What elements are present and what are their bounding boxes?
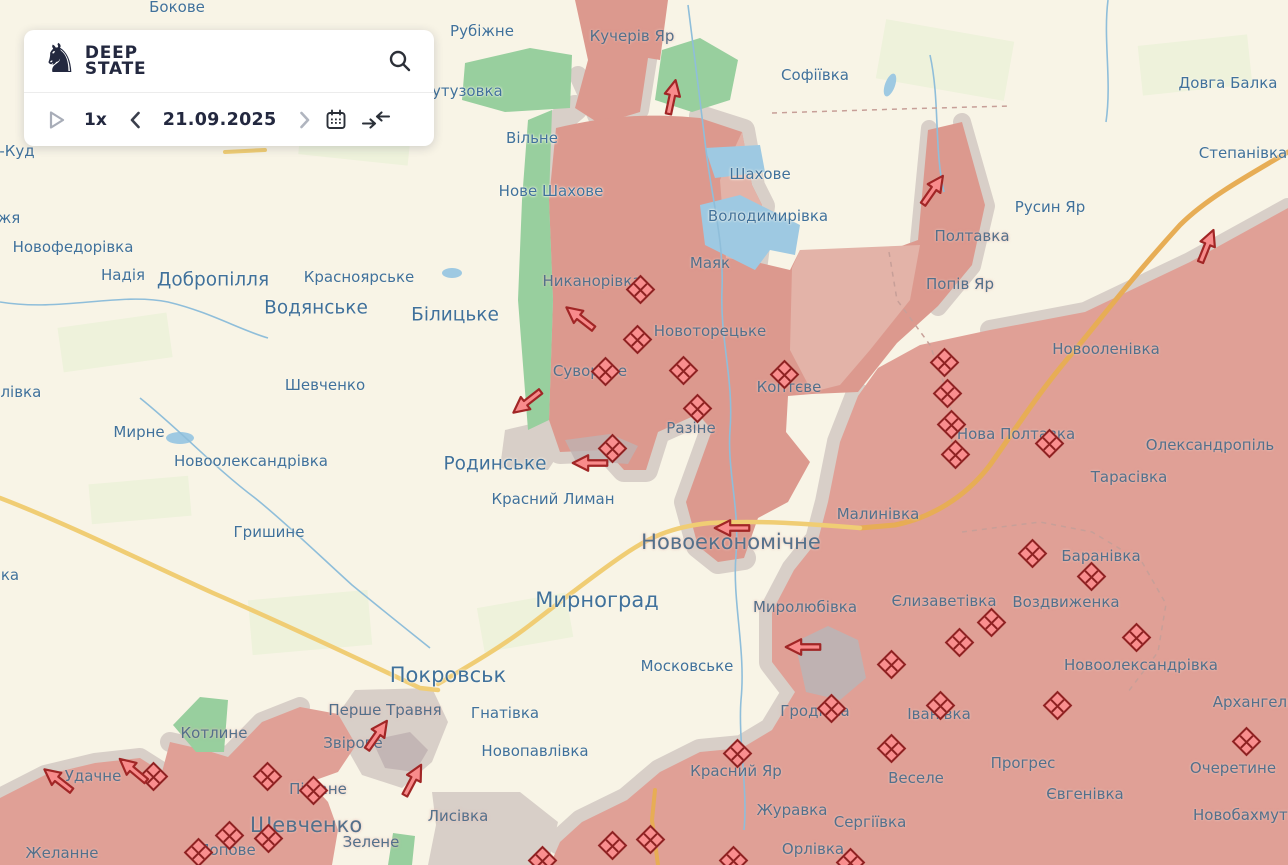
speed-toggle[interactable]: 1x — [84, 110, 107, 130]
converge-arrows-icon — [361, 109, 391, 131]
calendar-icon — [325, 109, 347, 131]
attack-arrow-icon — [712, 518, 752, 538]
brand-line2: STATE — [85, 61, 147, 77]
attack-arrow-icon — [783, 637, 823, 657]
deepstate-logo[interactable]: ♞ DEEP STATE — [42, 43, 146, 79]
search-icon — [388, 49, 412, 73]
play-button[interactable] — [48, 110, 66, 130]
date-display[interactable]: 21.09.2025 — [163, 110, 277, 130]
control-panel: ♞ DEEP STATE 1x — [24, 30, 434, 146]
attack-arrow-icon — [570, 453, 610, 473]
chevron-right-icon — [299, 111, 311, 129]
play-icon — [48, 110, 66, 130]
next-date-button[interactable] — [299, 111, 311, 129]
knight-logo-icon: ♞ — [42, 39, 78, 79]
deepstate-map-app: БоковеРубіжнеКучерів ЯрСофіївкаДовга Бал… — [0, 0, 1288, 865]
search-button[interactable] — [388, 49, 412, 73]
brand-title: DEEP STATE — [85, 45, 147, 77]
chevron-left-icon — [129, 111, 141, 129]
compare-dates-button[interactable] — [361, 109, 391, 131]
calendar-button[interactable] — [325, 109, 347, 131]
prev-date-button[interactable] — [129, 111, 141, 129]
